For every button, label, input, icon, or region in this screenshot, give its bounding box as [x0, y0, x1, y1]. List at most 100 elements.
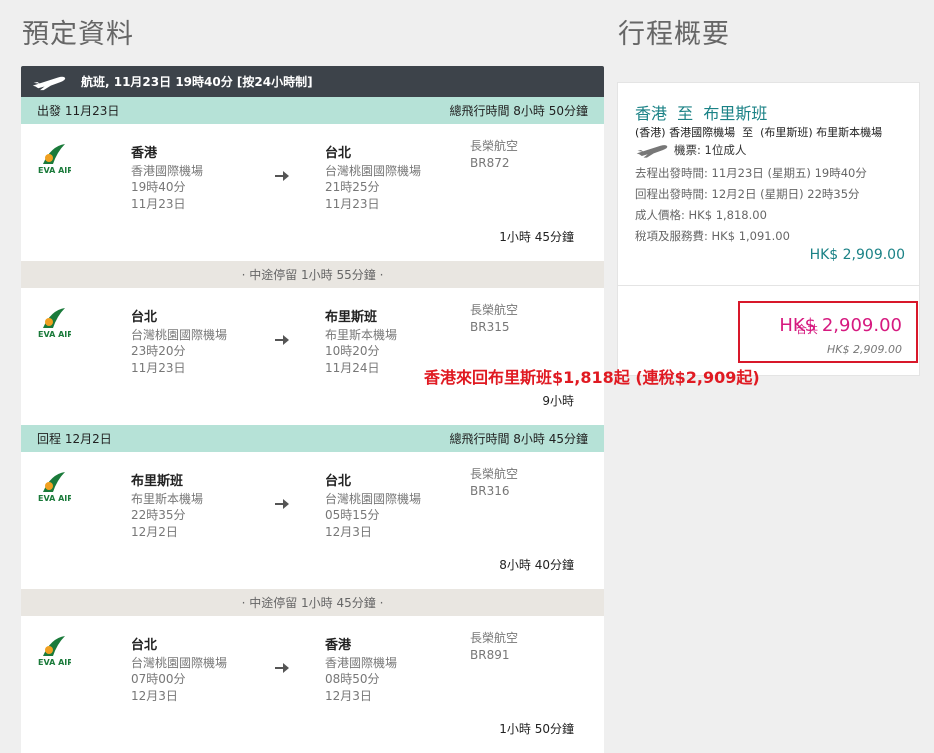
- airline-name: 長榮航空: [470, 631, 519, 645]
- summary-divider: [618, 285, 919, 286]
- arrival-city: 台北: [325, 474, 352, 489]
- arrow-right-icon: [275, 499, 289, 509]
- adult-price: 成人價格: HK$ 1,818.00: [635, 208, 767, 222]
- layover-bar: · 中途停留 1小時 55分鐘 ·: [21, 261, 604, 288]
- airline-info: 長榮航空 BR872: [470, 138, 518, 171]
- eva-air-logo-icon: EVA AIR: [38, 472, 71, 502]
- arrow-right-icon: [275, 663, 289, 673]
- departure-city: 布里斯班: [131, 474, 184, 489]
- tickets-line: 機票: 1位成人: [635, 141, 746, 159]
- arrival-airport: 台灣桃園國際機場: [325, 491, 422, 506]
- arrival-time: 10時20分: [325, 344, 380, 358]
- arrival-info: 香港 香港國際機場 08時50分 12月3日: [325, 638, 397, 704]
- svg-text:EVA AIR: EVA AIR: [38, 166, 71, 174]
- arrival-time: 21時25分: [325, 180, 380, 194]
- airline-info: 長榮航空 BR891: [470, 630, 518, 663]
- departure-airport: 台灣桃園國際機場: [131, 655, 228, 670]
- arrival-date: 12月3日: [325, 688, 372, 703]
- arrival-date: 12月3日: [325, 524, 372, 539]
- departure-city: 台北: [131, 310, 158, 325]
- return-departure-time: 回程出發時間: 12月2日 (星期日) 22時35分: [635, 187, 860, 201]
- taxes-fees: 稅項及服務費: HK$ 1,091.00: [635, 229, 790, 243]
- arrival-airport: 台灣桃園國際機場: [325, 163, 422, 178]
- departure-info: 香港 香港國際機場 19時40分 11月23日: [131, 146, 203, 212]
- return-bar: 回程 12月2日 總飛行時間 8小時 45分鐘: [21, 425, 604, 452]
- total-price-box: 合共 HK$ 2,909.00 HK$ 2,909.00: [738, 301, 918, 363]
- outbound-bar: 出發 11月23日 總飛行時間 8小時 50分鐘: [21, 97, 604, 124]
- departure-airport: 香港國際機場: [131, 163, 204, 178]
- departure-time: 22時35分: [131, 508, 186, 522]
- arrival-time: 05時15分: [325, 508, 380, 522]
- route-title: 香港 至 布里斯班: [635, 104, 768, 123]
- arrival-info: 布里斯班 布里斯本機場 10時20分 11月24日: [325, 310, 397, 376]
- booking-details-panel: 航班, 11月23日 19時40分 [按24小時制] 出發 11月23日 總飛行…: [21, 66, 604, 753]
- eva-air-logo-icon: EVA AIR: [38, 308, 71, 338]
- arrival-city: 香港: [325, 638, 352, 653]
- segment-duration: 1小時 45分鐘: [499, 230, 574, 244]
- arrival-airport: 香港國際機場: [325, 655, 398, 670]
- svg-text:EVA AIR: EVA AIR: [38, 494, 71, 502]
- departure-time: 23時20分: [131, 344, 186, 358]
- arrival-airport: 布里斯本機場: [325, 327, 398, 342]
- total-price-secondary: HK$ 2,909.00: [827, 343, 902, 356]
- airline-name: 長榮航空: [470, 303, 519, 317]
- departure-date: 11月23日: [131, 196, 186, 211]
- arrow-right-icon: [275, 171, 289, 181]
- departure-info: 台北 台灣桃園國際機場 07時00分 12月3日: [131, 638, 227, 704]
- arrow-right-icon: [275, 335, 289, 345]
- outbound-total-duration: 總飛行時間 8小時 50分鐘: [449, 104, 588, 118]
- flight-number: BR872: [470, 155, 510, 170]
- svg-text:EVA AIR: EVA AIR: [38, 658, 71, 666]
- flight-number: BR891: [470, 647, 510, 662]
- booking-details-title: 預定資料: [22, 19, 134, 50]
- departure-info: 布里斯班 布里斯本機場 22時35分 12月2日: [131, 474, 203, 540]
- arrival-city: 台北: [325, 146, 352, 161]
- outbound-label: 出發 11月23日: [37, 104, 120, 118]
- segment-duration: 1小時 50分鐘: [499, 722, 574, 736]
- departure-time: 07時00分: [131, 672, 186, 686]
- airline-name: 長榮航空: [470, 139, 519, 153]
- subtotal-price: HK$ 2,909.00: [809, 247, 905, 263]
- flight-header: 航班, 11月23日 19時40分 [按24小時制]: [21, 66, 604, 97]
- eva-air-logo-icon: EVA AIR: [38, 636, 71, 666]
- eva-air-logo-icon: EVA AIR: [38, 144, 71, 174]
- departure-date: 12月3日: [131, 688, 178, 703]
- flight-number: BR316: [470, 483, 510, 498]
- arrival-time: 08時50分: [325, 672, 380, 686]
- return-total-duration: 總飛行時間 8小時 45分鐘: [449, 432, 588, 446]
- return-label: 回程 12月2日: [37, 432, 112, 446]
- departure-time: 19時40分: [131, 180, 186, 194]
- tickets-text: 機票: 1位成人: [674, 143, 747, 157]
- airline-info: 長榮航空 BR316: [470, 466, 518, 499]
- departure-date: 11月23日: [131, 360, 186, 375]
- arrival-city: 布里斯班: [325, 310, 378, 325]
- itinerary-summary-title: 行程概要: [618, 19, 730, 50]
- flight-header-text: 航班, 11月23日 19時40分 [按24小時制]: [81, 75, 313, 89]
- arrival-info: 台北 台灣桃園國際機場 21時25分 11月23日: [325, 146, 421, 212]
- airplane-icon: [636, 145, 668, 158]
- segment-duration: 9小時: [542, 394, 574, 408]
- total-price: HK$ 2,909.00: [779, 315, 902, 336]
- promo-annotation: 香港來回布里斯班$1,818起 (連稅$2,909起): [424, 368, 760, 387]
- flight-segment-return-2: EVA AIR 台北 台灣桃園國際機場 07時00分 12月3日 香港 香港國際…: [21, 616, 604, 753]
- arrival-date: 11月24日: [325, 360, 380, 375]
- departure-city: 香港: [131, 146, 158, 161]
- departure-city: 台北: [131, 638, 158, 653]
- outbound-departure-time: 去程出發時間: 11月23日 (星期五) 19時40分: [635, 166, 867, 180]
- layover-bar: · 中途停留 1小時 45分鐘 ·: [21, 589, 604, 616]
- segment-duration: 8小時 40分鐘: [499, 558, 574, 572]
- arrival-date: 11月23日: [325, 196, 380, 211]
- departure-date: 12月2日: [131, 524, 178, 539]
- departure-airport: 布里斯本機場: [131, 491, 204, 506]
- airline-name: 長榮航空: [470, 467, 519, 481]
- svg-text:EVA AIR: EVA AIR: [38, 330, 71, 338]
- departure-airport: 台灣桃園國際機場: [131, 327, 228, 342]
- flight-segment-outbound-2: EVA AIR 台北 台灣桃園國際機場 23時20分 11月23日 布里斯班 布…: [21, 288, 604, 425]
- flight-number: BR315: [470, 319, 510, 334]
- airplane-icon: [32, 76, 66, 90]
- route-airports: (香港) 香港國際機場 至 (布里斯班) 布里斯本機場: [635, 126, 883, 139]
- flight-segment-return-1: EVA AIR 布里斯班 布里斯本機場 22時35分 12月2日 台北 台灣桃園…: [21, 452, 604, 589]
- departure-info: 台北 台灣桃園國際機場 23時20分 11月23日: [131, 310, 227, 376]
- arrival-info: 台北 台灣桃園國際機場 05時15分 12月3日: [325, 474, 421, 540]
- airline-info: 長榮航空 BR315: [470, 302, 518, 335]
